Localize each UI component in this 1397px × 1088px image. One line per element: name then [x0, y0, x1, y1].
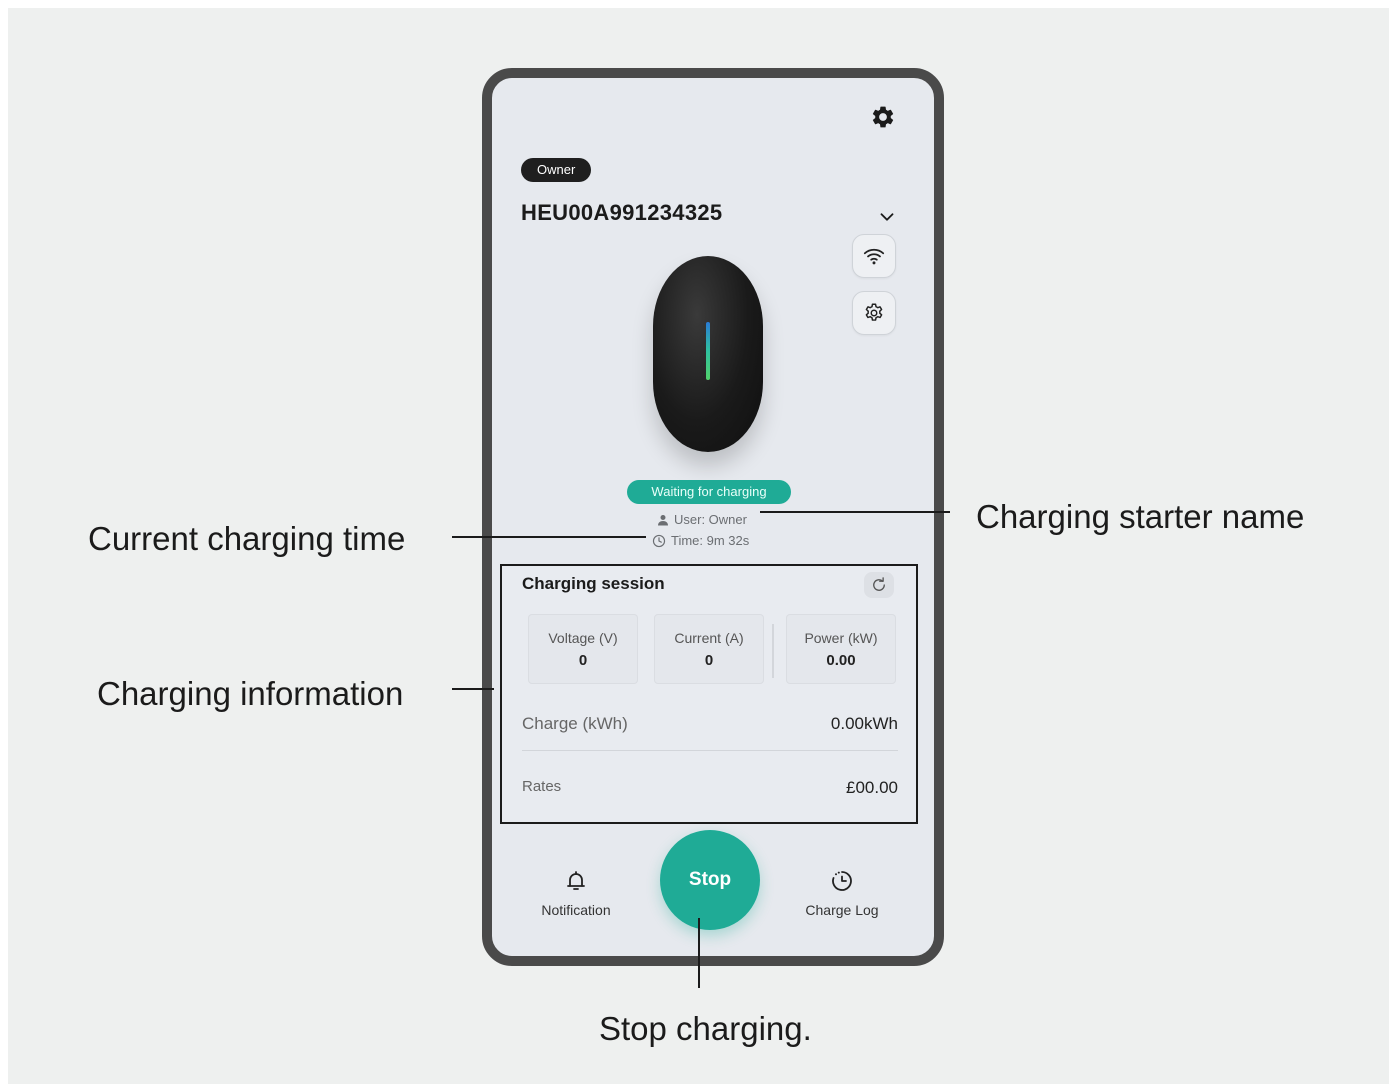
- history-icon: [832, 871, 852, 891]
- leader-line-time: [452, 536, 646, 538]
- device-settings-button[interactable]: [852, 291, 896, 335]
- nav-notification[interactable]: Notification: [516, 868, 636, 918]
- metric-label: Voltage (V): [548, 630, 618, 646]
- gear-icon[interactable]: [870, 104, 896, 130]
- callout-charging-info: Charging information: [97, 675, 404, 712]
- rates-value: £00.00: [846, 778, 898, 797]
- metric-voltage: Voltage (V) 0: [528, 614, 638, 684]
- settings-icon: [865, 303, 883, 321]
- nav-charge-log[interactable]: Charge Log: [782, 868, 902, 918]
- device-id: HEU00A991234325: [521, 200, 723, 225]
- leader-line-stop: [698, 918, 700, 988]
- status-badge: Waiting for charging: [627, 480, 791, 504]
- wifi-icon: [863, 248, 885, 265]
- leader-line-starter: [760, 511, 950, 513]
- time-text: Time: 9m 32s: [671, 533, 750, 548]
- refresh-button[interactable]: [864, 572, 894, 598]
- user-line: User: Owner: [657, 512, 747, 527]
- metric-label: Power (kW): [804, 630, 878, 646]
- stop-button[interactable]: Stop: [660, 830, 760, 930]
- metric-power: Power (kW) 0.00: [786, 614, 896, 684]
- nav-notification-label: Notification: [541, 902, 611, 918]
- clock-icon: [652, 534, 666, 547]
- charger-logo: [702, 296, 714, 304]
- time-line: Time: 9m 32s: [652, 533, 749, 548]
- user-text: User: Owner: [674, 512, 747, 527]
- callout-charging-time: Current charging time: [88, 520, 406, 557]
- callout-stop-charging: Stop charging.: [599, 1010, 812, 1047]
- metric-current: Current (A) 0: [654, 614, 764, 684]
- bell-icon: [567, 871, 585, 890]
- charging-session-panel: Charging session Voltage (V) 0 Current (…: [500, 564, 918, 824]
- charger-led: [706, 322, 710, 380]
- charge-label: Charge (kWh): [522, 714, 628, 733]
- wifi-button[interactable]: [852, 234, 896, 278]
- metric-divider: [772, 624, 774, 678]
- app-screen: Owner HEU00A991234325 Waiting for chargi…: [492, 78, 934, 956]
- rates-row: Rates £00.00: [522, 778, 898, 798]
- charge-value: 0.00kWh: [830, 714, 898, 733]
- session-title: Charging session: [522, 574, 665, 593]
- user-icon: [658, 514, 668, 525]
- chevron-down-icon[interactable]: [876, 206, 898, 228]
- metric-value: 0: [704, 652, 714, 669]
- callout-starter-name: Charging starter name: [976, 498, 1305, 535]
- rates-label: Rates: [522, 778, 562, 795]
- role-badge: Owner: [521, 158, 592, 182]
- row-divider: [522, 750, 898, 751]
- metric-label: Current (A): [674, 630, 744, 646]
- phone-frame: Owner HEU00A991234325 Waiting for chargi…: [482, 68, 944, 966]
- metric-value: 0: [578, 652, 588, 669]
- nav-charge-log-label: Charge Log: [805, 902, 879, 918]
- annotation-canvas: Owner HEU00A991234325 Waiting for chargi…: [8, 8, 1389, 1084]
- refresh-icon: [873, 577, 885, 591]
- leader-line-info: [452, 688, 494, 690]
- charger-image: [653, 256, 763, 452]
- metric-value: 0.00: [826, 652, 856, 669]
- charge-row: Charge (kWh) 0.00kWh: [522, 714, 898, 734]
